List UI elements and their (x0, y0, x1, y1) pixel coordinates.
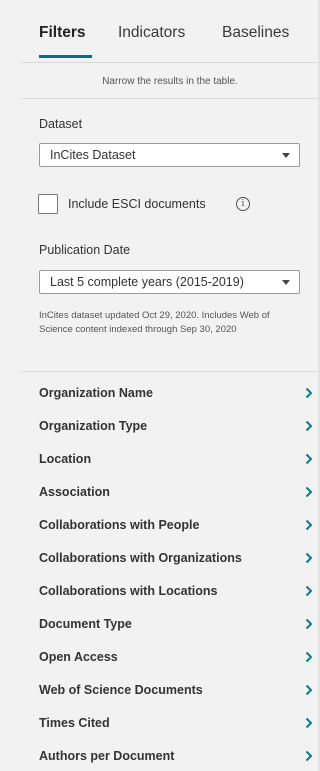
filter-item[interactable]: Document Type (0, 608, 318, 641)
filter-item[interactable]: Collaborations with People (0, 509, 318, 542)
filter-item[interactable]: Collaborations with Locations (0, 575, 318, 608)
chevron-right-icon (305, 453, 313, 465)
tabs-divider (22, 62, 318, 63)
publication-date-label: Publication Date (39, 243, 131, 257)
filter-item-label: Collaborations with Locations (39, 584, 218, 598)
filter-item-label: Authors per Document (39, 749, 175, 763)
filters-panel: Filters Indicators Baselines Narrow the … (0, 0, 320, 771)
hint-divider (22, 98, 318, 99)
esci-checkbox[interactable] (38, 194, 58, 214)
chevron-right-icon (305, 552, 313, 564)
tab-bar: Filters Indicators Baselines (0, 0, 318, 62)
tab-baselines[interactable]: Baselines (222, 24, 289, 42)
tab-indicators[interactable]: Indicators (118, 24, 185, 42)
chevron-right-icon (305, 519, 313, 531)
filter-item-label: Organization Name (39, 386, 153, 400)
chevron-right-icon (305, 420, 313, 432)
filter-item[interactable]: Authors per Document (0, 740, 318, 771)
filters-hint: Narrow the results in the table. (102, 76, 238, 87)
chevron-right-icon (305, 618, 313, 630)
filter-item[interactable]: Times Cited (0, 707, 318, 740)
tab-filters[interactable]: Filters (39, 24, 86, 42)
filter-item-label: Web of Science Documents (39, 683, 203, 697)
filter-item-label: Association (39, 485, 110, 499)
info-icon[interactable]: i (236, 197, 250, 211)
chevron-right-icon (305, 486, 313, 498)
chevron-right-icon (305, 750, 313, 762)
dataset-select[interactable]: InCites Dataset (39, 143, 300, 167)
active-tab-indicator (39, 55, 92, 58)
esci-checkbox-label[interactable]: Include ESCI documents (68, 197, 206, 211)
filter-item[interactable]: Association (0, 476, 318, 509)
filter-item-label: Organization Type (39, 419, 148, 433)
publication-date-select[interactable]: Last 5 complete years (2015-2019) (39, 270, 300, 294)
chevron-right-icon (305, 717, 313, 729)
list-divider (22, 371, 318, 372)
filter-item[interactable]: Location (0, 443, 318, 476)
filter-item[interactable]: Collaborations with Organizations (0, 542, 318, 575)
filter-item-label: Collaborations with Organizations (39, 551, 242, 565)
chevron-right-icon (305, 651, 313, 663)
filter-item-label: Location (39, 452, 92, 466)
chevron-right-icon (305, 684, 313, 696)
publication-date-select-value: Last 5 complete years (2015-2019) (50, 275, 244, 289)
dataset-select-value: InCites Dataset (50, 148, 136, 162)
filter-item-label: Document Type (39, 617, 132, 631)
dataset-update-note: InCites dataset updated Oct 29, 2020. In… (39, 310, 270, 335)
chevron-right-icon (305, 585, 313, 597)
chevron-down-icon (282, 280, 290, 285)
chevron-right-icon (305, 387, 313, 399)
dataset-label: Dataset (39, 117, 83, 131)
filter-list: Organization Name Organization Type Locati… (0, 377, 318, 771)
filter-item[interactable]: Organization Type (0, 410, 318, 443)
filter-item-label: Collaborations with People (39, 518, 200, 532)
chevron-down-icon (282, 153, 290, 158)
filter-item[interactable]: Web of Science Documents (0, 674, 318, 707)
filter-item[interactable]: Open Access (0, 641, 318, 674)
filter-item-label: Times Cited (39, 716, 110, 730)
filter-item[interactable]: Organization Name (0, 377, 318, 410)
filter-item-label: Open Access (39, 650, 118, 664)
